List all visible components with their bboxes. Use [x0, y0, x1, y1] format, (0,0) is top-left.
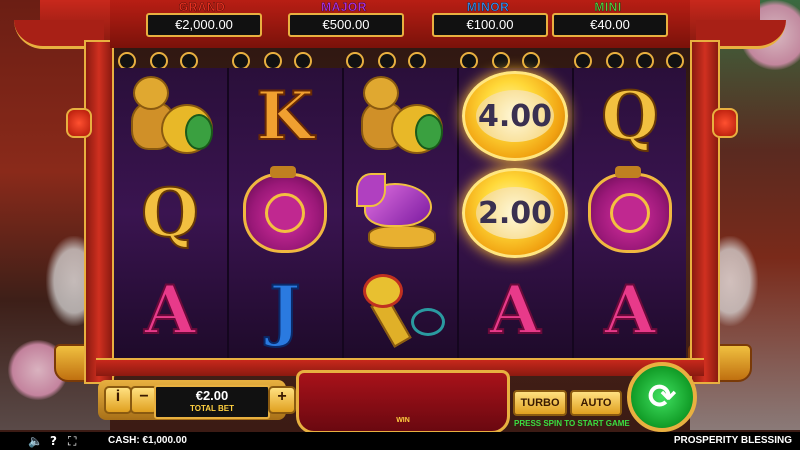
- jackpot-major: MAJOR €500.00: [288, 0, 404, 40]
- pillar-right: [690, 40, 720, 384]
- fish-base: [368, 225, 436, 249]
- symbol-a: A: [459, 262, 571, 358]
- monkey-head: [363, 76, 399, 110]
- symbol-monkey: [114, 68, 226, 164]
- jackpot-value: €40.00: [552, 13, 668, 37]
- letter-q: Q: [600, 77, 659, 155]
- ornament-dots: [114, 52, 686, 70]
- auto-button[interactable]: AUTO: [570, 390, 622, 416]
- symbol-coin: 2.00: [459, 165, 571, 261]
- gold-coin-icon: 4.00: [462, 71, 568, 161]
- jackpot-value: €100.00: [432, 13, 548, 37]
- koi-fish-icon: [354, 173, 446, 253]
- vase-emblem: [610, 193, 650, 233]
- jackpot-mini: MINI €40.00: [552, 0, 668, 40]
- bet-label: TOTAL BET: [190, 404, 234, 413]
- letter-a: A: [488, 271, 541, 349]
- jackpot-value: €500.00: [288, 13, 404, 37]
- turbo-button[interactable]: TURBO: [513, 390, 567, 416]
- jackpot-name: GRAND: [178, 0, 226, 14]
- scepter-tassel: [411, 308, 445, 336]
- press-spin-hint: PRESS SPIN TO START GAME: [514, 419, 630, 428]
- jade-gem: [185, 114, 213, 150]
- jackpot-banner: GRAND €2,000.00 MAJOR €500.00 MINOR €100…: [110, 0, 690, 48]
- jackpot-name: MAJOR: [321, 0, 367, 14]
- win-label: WIN: [396, 417, 410, 424]
- letter-q: Q: [140, 174, 199, 252]
- total-bet-display: €2.00 TOTAL BET: [154, 385, 270, 419]
- jackpot-grand: GRAND €2,000.00: [146, 0, 262, 40]
- letter-a: A: [603, 271, 656, 349]
- jackpot-minor: MINOR €100.00: [432, 0, 548, 40]
- jackpot-value: €2,000.00: [146, 13, 262, 37]
- monkey-icon: [125, 74, 215, 158]
- jade-gem: [415, 114, 443, 150]
- game-name: PROSPERITY BLESSING: [673, 435, 792, 446]
- speaker-icon[interactable]: 🔈: [28, 434, 43, 448]
- letter-a: A: [143, 271, 196, 349]
- win-display: WIN: [296, 370, 510, 434]
- symbol-q: Q: [114, 165, 226, 261]
- bet-value: €2.00: [195, 388, 229, 403]
- symbol-j: J: [229, 262, 341, 358]
- help-icon[interactable]: ?: [50, 434, 57, 448]
- status-bar: 🔈 ? ⛶ CASH: €1,000.00 PROSPERITY BLESSIN…: [0, 432, 800, 450]
- coin-value: 2.00: [476, 187, 554, 239]
- symbol-ruyi: [344, 262, 456, 358]
- jackpot-name: MINOR: [466, 0, 510, 14]
- cash-balance: CASH: €1,000.00: [108, 435, 187, 446]
- scepter-head: [363, 274, 403, 308]
- reel-grid: K 4.00 Q Q 2.00 A J A A: [114, 68, 686, 358]
- symbol-vase: [574, 165, 686, 261]
- symbol-q: Q: [574, 68, 686, 164]
- lantern-icon: [66, 108, 92, 138]
- symbol-koi-fish: [344, 165, 456, 261]
- spin-arrows-icon: ⟳: [647, 377, 677, 417]
- symbol-monkey: [344, 68, 456, 164]
- pillar-left: [84, 40, 114, 384]
- info-button[interactable]: i: [104, 386, 132, 414]
- vase-emblem: [265, 193, 305, 233]
- symbol-a: A: [574, 262, 686, 358]
- vase-icon: [588, 166, 672, 253]
- symbol-k: K: [229, 68, 341, 164]
- coin-value: 4.00: [476, 90, 554, 142]
- vase-icon: [243, 166, 327, 253]
- gold-coin-icon: 2.00: [462, 168, 568, 258]
- ruyi-scepter-icon: [355, 270, 445, 350]
- spin-button[interactable]: ⟳: [627, 362, 697, 432]
- monkey-head: [133, 76, 169, 110]
- letter-j: J: [268, 271, 301, 349]
- monkey-icon: [355, 74, 445, 158]
- increase-bet-button[interactable]: +: [268, 386, 296, 414]
- fish-tail: [356, 173, 386, 207]
- fullscreen-icon[interactable]: ⛶: [68, 434, 76, 449]
- lantern-icon: [712, 108, 738, 138]
- symbol-vase: [229, 165, 341, 261]
- jackpot-name: MINI: [594, 0, 622, 14]
- symbol-coin: 4.00: [459, 68, 571, 164]
- symbol-a: A: [114, 262, 226, 358]
- letter-k: K: [255, 77, 314, 155]
